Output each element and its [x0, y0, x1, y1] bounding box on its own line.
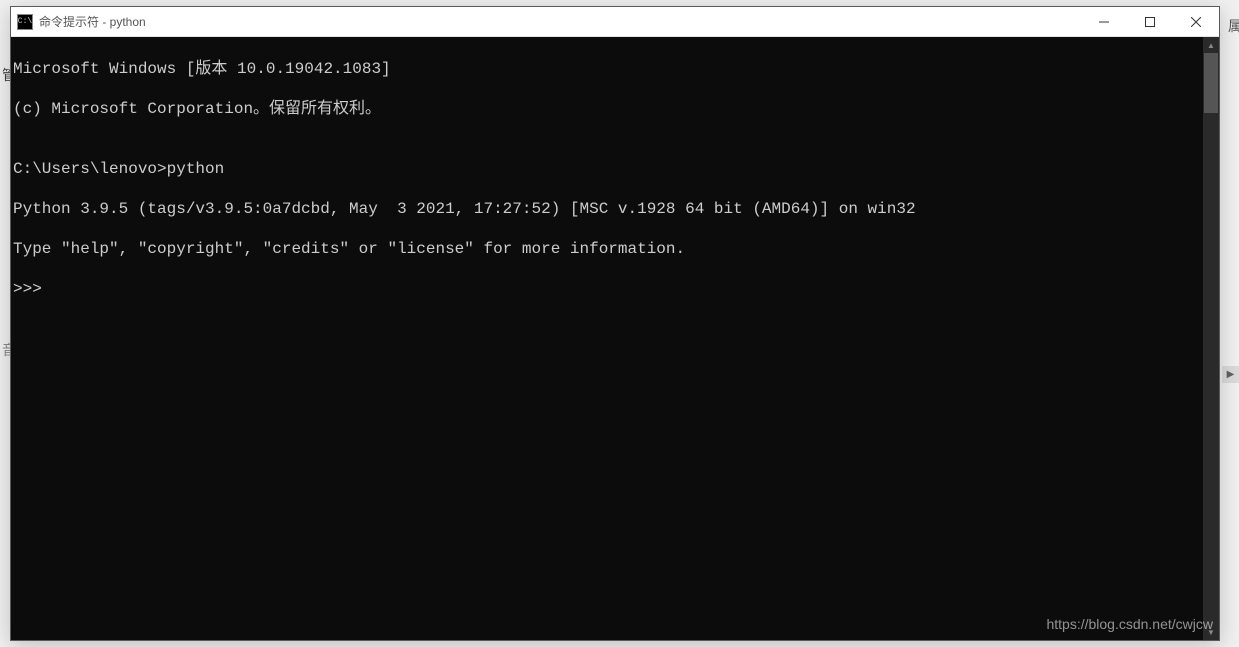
scrollbar-up-icon[interactable]: ▲ — [1203, 37, 1219, 53]
window-controls — [1081, 7, 1219, 36]
terminal-area: Microsoft Windows [版本 10.0.19042.1083] (… — [11, 37, 1219, 640]
terminal-line: Python 3.9.5 (tags/v3.9.5:0a7dcbd, May 3… — [13, 199, 1203, 219]
terminal-output[interactable]: Microsoft Windows [版本 10.0.19042.1083] (… — [11, 37, 1203, 640]
terminal-prompt: >>> — [13, 279, 1203, 299]
minimize-button[interactable] — [1081, 7, 1127, 36]
bg-text: 属 — [1228, 16, 1239, 36]
bg-scroll-arrow: ▶ — [1222, 366, 1239, 383]
window-title: 命令提示符 - python — [39, 13, 1081, 30]
cmd-icon: C:\ — [17, 14, 33, 30]
terminal-line: Type "help", "copyright", "credits" or "… — [13, 239, 1203, 259]
close-button[interactable] — [1173, 7, 1219, 36]
terminal-line: C:\Users\lenovo>python — [13, 159, 1203, 179]
terminal-line: Microsoft Windows [版本 10.0.19042.1083] — [13, 59, 1203, 79]
terminal-line: (c) Microsoft Corporation。保留所有权利。 — [13, 99, 1203, 119]
titlebar[interactable]: C:\ 命令提示符 - python — [11, 7, 1219, 37]
maximize-button[interactable] — [1127, 7, 1173, 36]
watermark-text: https://blog.csdn.net/cwjcw — [1046, 616, 1213, 632]
scrollbar-thumb[interactable] — [1204, 53, 1218, 113]
vertical-scrollbar[interactable]: ▲ ▼ — [1203, 37, 1219, 640]
command-prompt-window: C:\ 命令提示符 - python Microsoft Windows [版本… — [10, 6, 1220, 641]
